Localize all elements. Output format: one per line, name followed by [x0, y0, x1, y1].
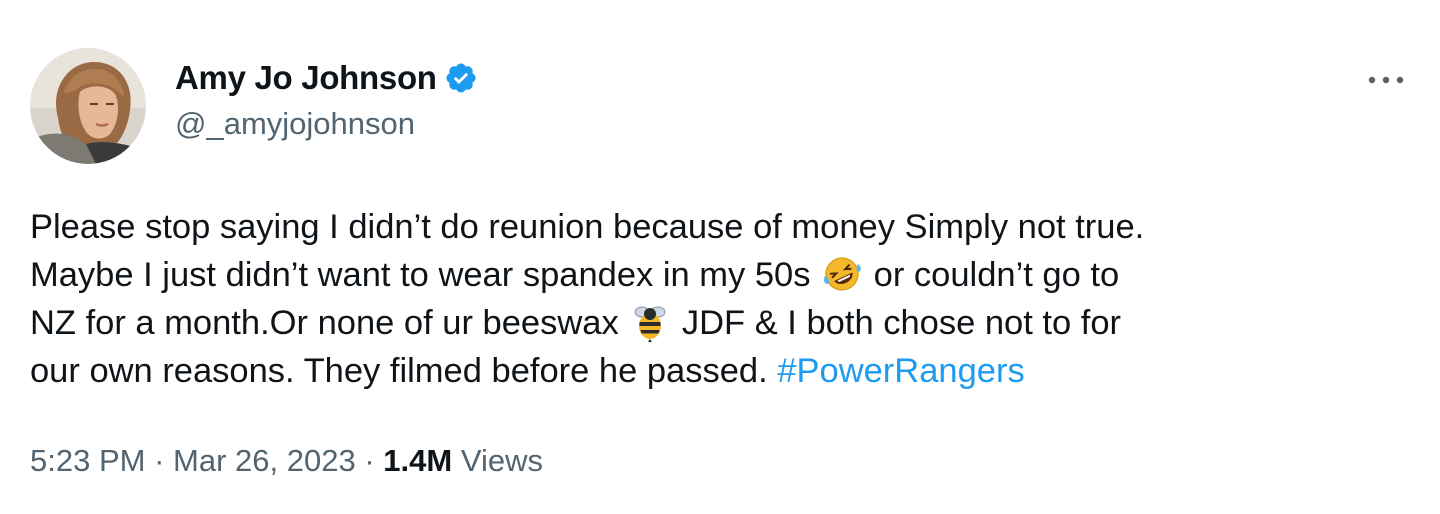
tweet-text-segment: Maybe I just didn’t want to wear spandex… [30, 256, 811, 294]
tweet-text: Please stop saying I didn’t do reunion b… [30, 203, 1420, 395]
tweet-text-line: our own reasons. They filmed before he p… [30, 347, 1420, 395]
more-horizontal-icon [1368, 76, 1404, 84]
views-label: Views [460, 443, 543, 478]
meta-separator: · [364, 443, 375, 478]
tweet-text-segment: NZ for a month.Or none of ur beeswax [30, 304, 619, 342]
tweet-text-segment: our own reasons. They filmed before he p… [30, 352, 768, 390]
tweet-text-line: Please stop saying I didn’t do reunion b… [30, 203, 1420, 251]
tweet-text-segment: Please stop saying I didn’t do reunion b… [30, 208, 1145, 246]
tweet-time: 5:23 PM [30, 443, 146, 478]
meta-separator: · [154, 443, 165, 478]
views-count: 1.4M [383, 443, 453, 478]
rolling-on-the-floor-laughing-emoji-icon [822, 254, 862, 294]
profile-photo-icon [30, 48, 146, 164]
hashtag-link[interactable]: #PowerRangers [777, 352, 1024, 390]
avatar[interactable] [30, 48, 146, 164]
bee-emoji-icon [630, 302, 670, 342]
author-display-name[interactable]: Amy Jo Johnson [175, 59, 437, 97]
tweet-text-segment: or couldn’t go to [873, 256, 1120, 294]
more-options-button[interactable] [1362, 60, 1410, 100]
tweet-text-line: NZ for a month.Or none of ur beeswax JDF… [30, 299, 1420, 347]
author-handle[interactable]: @_amyjojohnson [175, 106, 415, 142]
tweet-timestamp[interactable]: 5:23 PM · Mar 26, 2023 [30, 443, 356, 478]
author-name-row: Amy Jo Johnson [175, 56, 478, 100]
tweet-text-segment: JDF & I both chose not to for [681, 304, 1122, 342]
verified-badge-icon [444, 61, 478, 95]
tweet-date: Mar 26, 2023 [173, 443, 356, 478]
tweet-text-line: Maybe I just didn’t want to wear spandex… [30, 251, 1420, 299]
tweet-card: Amy Jo Johnson @_amyjojohnson Please sto… [0, 0, 1440, 514]
tweet-meta: 5:23 PM · Mar 26, 2023 · 1.4M Views [30, 443, 543, 479]
